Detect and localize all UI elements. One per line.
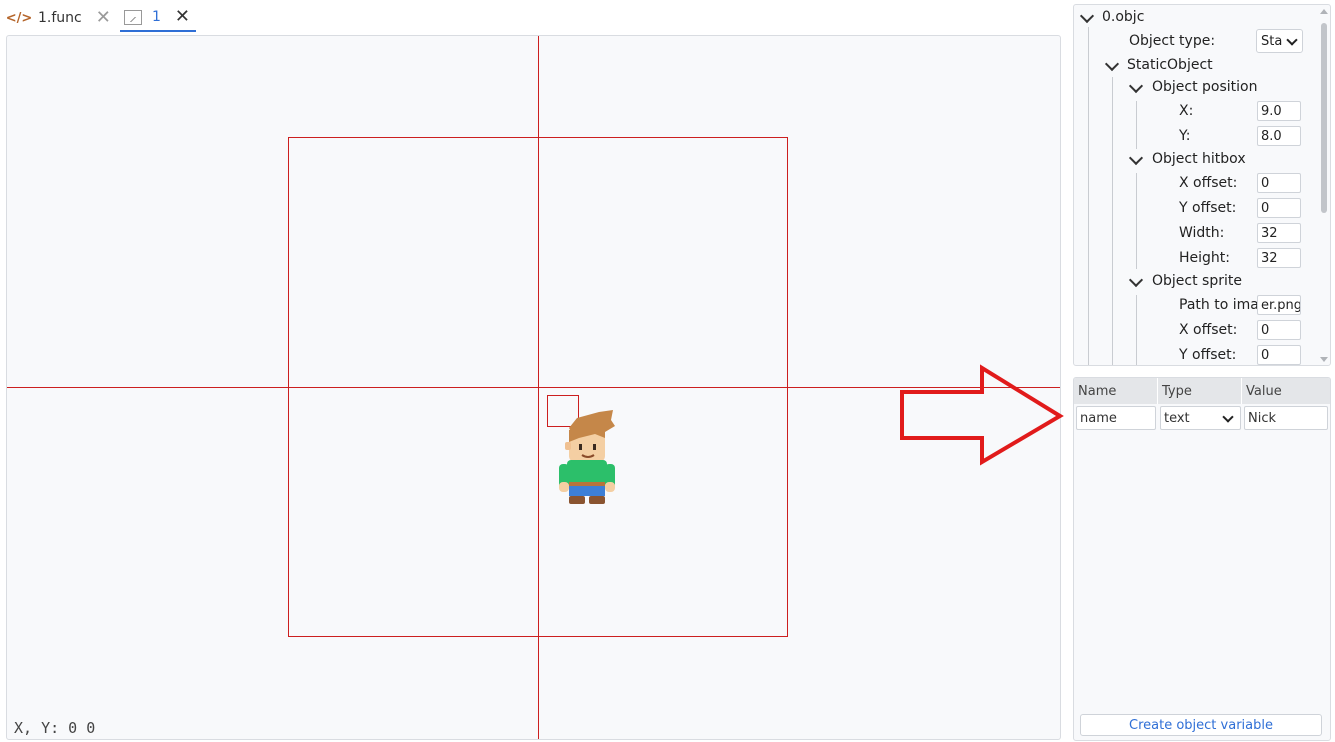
- sprite-y-offset-label: Y offset:: [1179, 347, 1237, 363]
- property-tree-panel: 0.objc Object type: Sta StaticObject Obj…: [1073, 4, 1331, 366]
- create-object-variable-button[interactable]: Create object variable: [1080, 714, 1322, 736]
- object-type-select[interactable]: Sta: [1256, 29, 1303, 53]
- object-type-label: Object type:: [1129, 33, 1216, 49]
- tree-guide: [1136, 101, 1137, 149]
- scene-bounds-rect: [288, 137, 788, 637]
- cursor-coordinates: X, Y: 0 0: [14, 719, 96, 737]
- hitbox-width-label: Width:: [1179, 225, 1225, 241]
- close-icon[interactable]: ✕: [96, 9, 111, 27]
- object-type-value: Sta: [1261, 33, 1283, 49]
- sprite-x-offset-label: X offset:: [1179, 322, 1238, 338]
- sprite-path-label: Path to imag: [1179, 297, 1268, 313]
- chevron-down-icon[interactable]: [1079, 8, 1095, 24]
- tree-guide: [1136, 295, 1137, 365]
- scrollbar-thumb[interactable]: [1321, 23, 1327, 213]
- variables-table-header: Name Type Value: [1074, 378, 1330, 404]
- variable-value-field[interactable]: Nick: [1244, 406, 1328, 430]
- variable-type-value: text: [1164, 410, 1190, 426]
- chevron-down-icon[interactable]: [1128, 150, 1144, 166]
- annotation-arrow-icon: [900, 364, 1064, 466]
- chevron-down-icon: [1286, 34, 1298, 46]
- object-variables-panel: Name Type Value name text Nick Create ob…: [1073, 377, 1331, 741]
- sprite-y-offset-field[interactable]: 0: [1257, 345, 1301, 365]
- position-y-field[interactable]: 8.0: [1257, 126, 1301, 146]
- hitbox-y-offset-field[interactable]: 0: [1257, 198, 1301, 218]
- hitbox-width-field[interactable]: 32: [1257, 223, 1301, 243]
- header-name: Name: [1074, 378, 1158, 404]
- position-x-field[interactable]: 9.0: [1257, 101, 1301, 121]
- chevron-down-icon: [1222, 411, 1234, 423]
- tree-guide: [1088, 27, 1089, 365]
- object-sprite-node[interactable]: Object sprite: [1152, 269, 1242, 293]
- code-icon: </>: [5, 10, 33, 26]
- static-object-node[interactable]: StaticObject: [1127, 53, 1213, 77]
- chevron-down-icon[interactable]: [1128, 78, 1144, 94]
- hitbox-y-offset-label: Y offset:: [1179, 200, 1237, 216]
- hitbox-x-offset-label: X offset:: [1179, 175, 1238, 191]
- scroll-down-icon[interactable]: [1320, 357, 1328, 362]
- sprite-path-field[interactable]: er.png: [1257, 295, 1301, 315]
- tree-root-label[interactable]: 0.objc: [1102, 5, 1144, 29]
- hitbox-x-offset-field[interactable]: 0: [1257, 173, 1301, 193]
- sprite-x-offset-field[interactable]: 0: [1257, 320, 1301, 340]
- tab-scene-label: 1: [152, 9, 161, 25]
- chevron-down-icon[interactable]: [1128, 272, 1144, 288]
- character-sprite[interactable]: [555, 408, 617, 508]
- hitbox-height-field[interactable]: 32: [1257, 248, 1301, 268]
- header-value: Value: [1246, 383, 1282, 399]
- position-x-label: X:: [1179, 103, 1194, 119]
- chevron-down-icon[interactable]: [1104, 56, 1120, 72]
- variable-type-select[interactable]: text: [1160, 406, 1241, 430]
- hitbox-height-label: Height:: [1179, 250, 1230, 266]
- object-hitbox-node[interactable]: Object hitbox: [1152, 147, 1246, 171]
- close-icon[interactable]: ✕: [175, 8, 190, 26]
- scroll-up-icon[interactable]: [1320, 9, 1328, 14]
- tab-scene[interactable]: 1 ✕: [120, 4, 197, 32]
- tree-guide: [1136, 173, 1137, 269]
- tab-bar: </> 1.func ✕ 1 ✕: [0, 0, 1065, 34]
- tab-func-label: 1.func: [38, 10, 82, 26]
- tab-func[interactable]: </> 1.func ✕: [5, 4, 111, 32]
- position-y-label: Y:: [1179, 128, 1191, 144]
- image-icon: [124, 9, 142, 25]
- object-position-node[interactable]: Object position: [1152, 75, 1258, 99]
- header-type: Type: [1158, 378, 1242, 404]
- tree-guide: [1112, 77, 1113, 365]
- variable-name-field[interactable]: name: [1076, 406, 1156, 430]
